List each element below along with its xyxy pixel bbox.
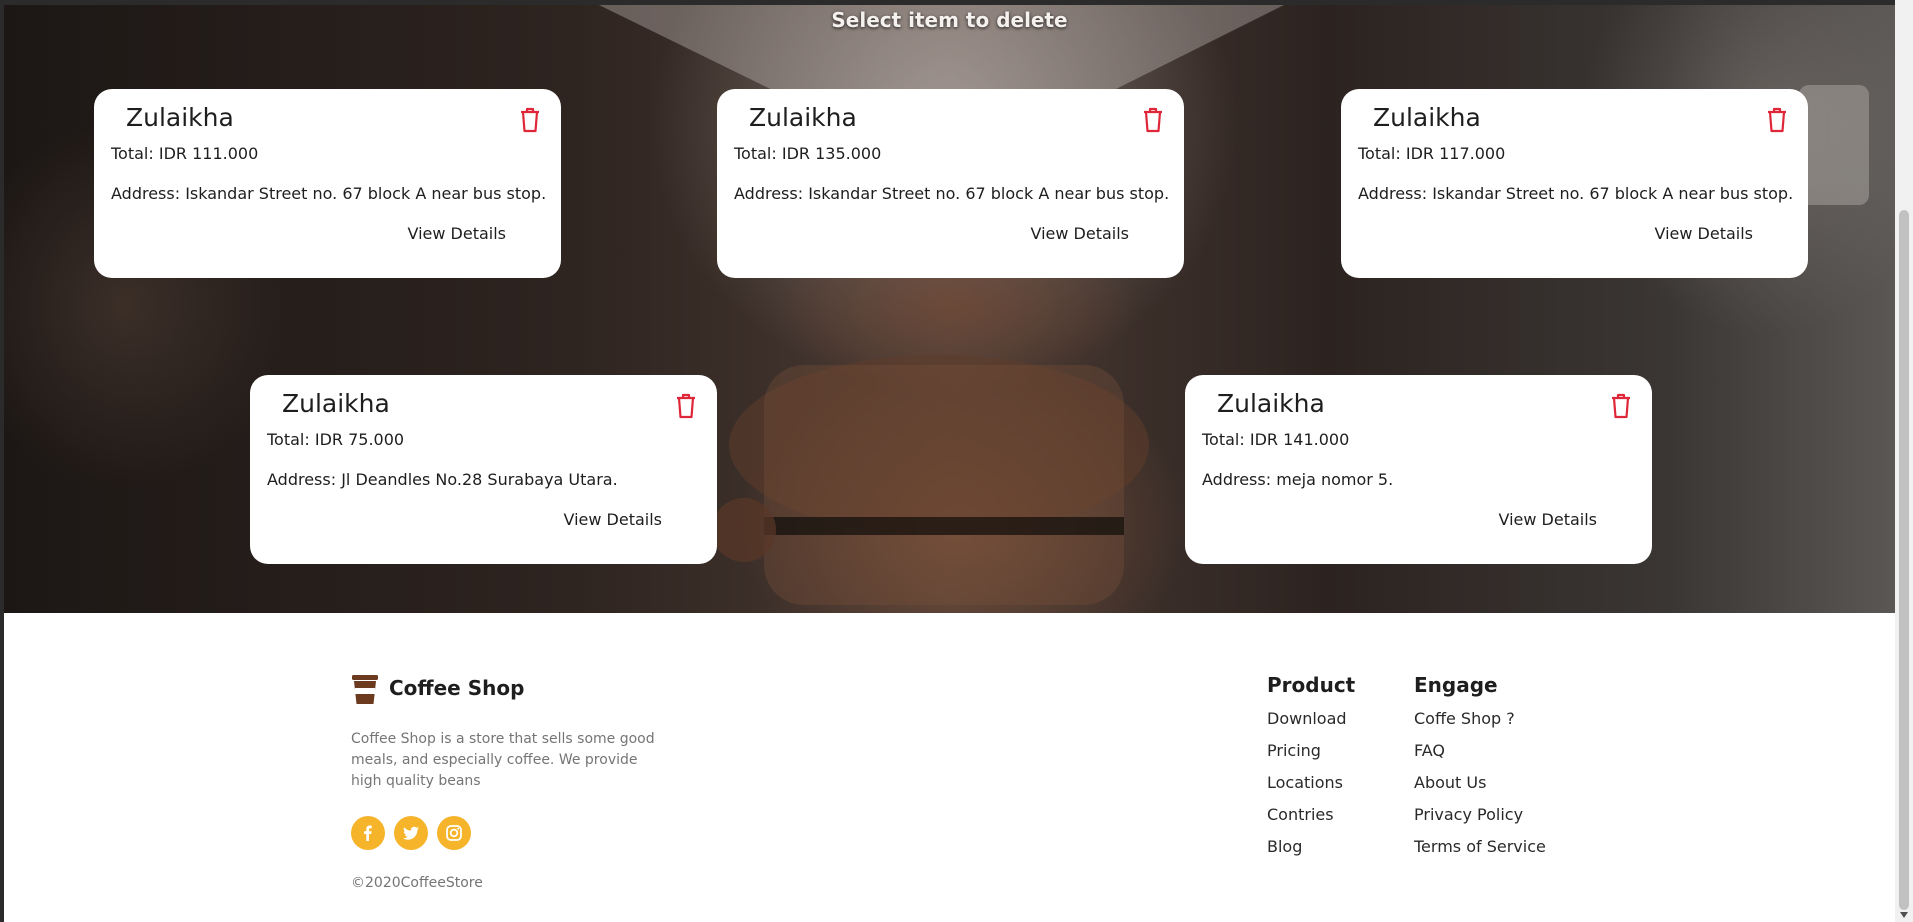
footer-description: Coffee Shop is a store that sells some g… [351, 731, 655, 789]
footer-link-countries[interactable]: Contries [1267, 799, 1355, 831]
order-card: Zulaikha Total: IDR 75.000 Address: Jl D… [250, 375, 717, 564]
footer-link-faq[interactable]: FAQ [1414, 735, 1546, 767]
order-card: Zulaikha Total: IDR 135.000 Address: Isk… [717, 89, 1184, 278]
hero-section: Select item to delete Zulaikha Total: ID… [4, 5, 1895, 613]
order-total: Total: IDR 75.000 [267, 430, 405, 449]
footer-link-privacy-policy[interactable]: Privacy Policy [1414, 799, 1546, 831]
customer-name: Zulaikha [749, 103, 857, 132]
order-total: Total: IDR 141.000 [1202, 430, 1350, 449]
footer-link-download[interactable]: Download [1267, 703, 1355, 735]
customer-name: Zulaikha [1217, 389, 1325, 418]
order-total: Total: IDR 135.000 [734, 144, 882, 163]
footer-link-pricing[interactable]: Pricing [1267, 735, 1355, 767]
footer-link-about-us[interactable]: About Us [1414, 767, 1546, 799]
trash-icon[interactable] [1610, 393, 1632, 419]
trash-icon[interactable] [1766, 107, 1788, 133]
order-card: Zulaikha Total: IDR 141.000 Address: mej… [1185, 375, 1652, 564]
brand-name: Coffee Shop [389, 676, 525, 700]
order-card: Zulaikha Total: IDR 111.000 Address: Isk… [94, 89, 561, 278]
order-total: Total: IDR 117.000 [1358, 144, 1506, 163]
trash-icon[interactable] [1142, 107, 1164, 133]
coffee-cup-icon [352, 675, 378, 704]
order-address: Address: meja nomor 5. [1202, 470, 1394, 489]
engage-heading: Engage [1414, 673, 1498, 697]
product-heading: Product [1267, 673, 1356, 697]
order-total: Total: IDR 111.000 [111, 144, 259, 163]
footer-link-blog[interactable]: Blog [1267, 831, 1355, 863]
twitter-icon[interactable] [394, 816, 428, 850]
view-details-link[interactable]: View Details [563, 510, 662, 529]
order-address: Address: Jl Deandles No.28 Surabaya Utar… [267, 470, 618, 489]
footer-link-terms[interactable]: Terms of Service [1414, 831, 1546, 863]
footer-link-locations[interactable]: Locations [1267, 767, 1355, 799]
customer-name: Zulaikha [1373, 103, 1481, 132]
order-address: Address: Iskandar Street no. 67 block A … [111, 184, 547, 203]
order-address: Address: Iskandar Street no. 67 block A … [1358, 184, 1794, 203]
order-card: Zulaikha Total: IDR 117.000 Address: Isk… [1341, 89, 1808, 278]
footer-engage-column: Engage Coffe Shop ? FAQ About Us Privacy… [1414, 673, 1546, 863]
scroll-down-arrow-icon[interactable] [1900, 912, 1908, 918]
order-address: Address: Iskandar Street no. 67 block A … [734, 184, 1170, 203]
copyright-text: ©2020CoffeeStore [351, 875, 483, 891]
vertical-scrollbar[interactable] [1895, 0, 1913, 922]
footer-link-coffee-shop[interactable]: Coffe Shop ? [1414, 703, 1546, 735]
facebook-icon[interactable] [351, 816, 385, 850]
view-details-link[interactable]: View Details [1030, 224, 1129, 243]
instagram-icon[interactable] [437, 816, 471, 850]
scrollbar-thumb[interactable] [1899, 210, 1909, 910]
customer-name: Zulaikha [126, 103, 234, 132]
view-details-link[interactable]: View Details [407, 224, 506, 243]
site-footer: Coffee Shop Coffee Shop is a store that … [4, 613, 1895, 922]
footer-product-column: Product Download Pricing Locations Contr… [1267, 673, 1355, 863]
view-details-link[interactable]: View Details [1498, 510, 1597, 529]
view-details-link[interactable]: View Details [1654, 224, 1753, 243]
page-title: Select item to delete [831, 8, 1068, 32]
trash-icon[interactable] [675, 393, 697, 419]
customer-name: Zulaikha [282, 389, 390, 418]
trash-icon[interactable] [519, 107, 541, 133]
